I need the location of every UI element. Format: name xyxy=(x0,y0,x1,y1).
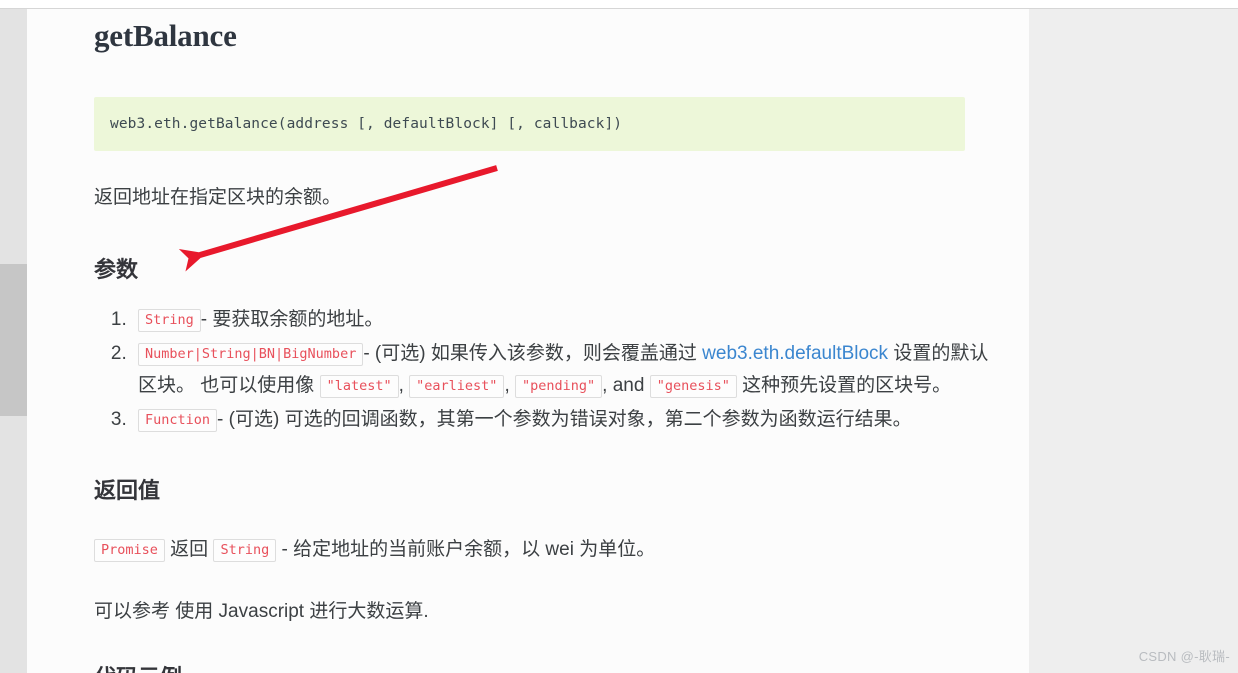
list-item: Number|String|BN|BigNumber- (可选) 如果传入该参数… xyxy=(132,338,994,402)
vertical-scrollbar-track[interactable] xyxy=(0,9,27,673)
param-description: - (可选) 可选的回调函数，其第一个参数为错误对象，第二个参数为函数运行结果。 xyxy=(217,408,912,430)
signature-code-text: web3.eth.getBalance(address [, defaultBl… xyxy=(110,115,623,132)
value-genesis-code: "genesis" xyxy=(649,374,737,398)
param-description-part3: 这种预先设置的区块号。 xyxy=(736,374,952,396)
value-latest-code: "latest" xyxy=(319,374,399,398)
signature-code-block: web3.eth.getBalance(address [, defaultBl… xyxy=(94,96,965,151)
value-pending-code: "pending" xyxy=(515,374,603,398)
returns-heading: 返回值 xyxy=(94,477,161,503)
return-mid-text: 返回 xyxy=(164,539,214,561)
return-promise-code: Promise xyxy=(94,539,165,563)
list-item: String- 要获取余额的地址。 xyxy=(132,304,994,336)
returns-paragraph: Promise 返回 String - 给定地址的当前账户余额，以 wei 为单… xyxy=(94,506,994,564)
param-type-code: Function xyxy=(138,408,218,432)
list-item: Function- (可选) 可选的回调函数，其第一个参数为错误对象，第二个参数… xyxy=(132,404,994,436)
vertical-scrollbar-thumb[interactable] xyxy=(0,264,27,416)
document-content-column: getBalance web3.eth.getBalance(address [… xyxy=(27,9,1029,673)
return-string-code: String xyxy=(213,539,277,563)
example-heading: 代码示例 xyxy=(94,626,994,673)
separator-3: , and xyxy=(602,374,650,396)
intro-paragraph: 返回地址在指定区块的余额。 xyxy=(94,186,342,208)
parameters-list: String- 要获取余额的地址。 Number|String|BN|BigNu… xyxy=(94,286,994,436)
parameters-heading: 参数 xyxy=(94,257,139,283)
document-body: getBalance web3.eth.getBalance(address [… xyxy=(94,9,994,673)
screenshot-viewport: getBalance web3.eth.getBalance(address [… xyxy=(0,0,1238,673)
return-tail-text: - 给定地址的当前账户余额，以 wei 为单位。 xyxy=(276,539,656,561)
param-description-part1: - (可选) 如果传入该参数，则会覆盖通过 xyxy=(363,342,703,364)
defaultblock-link[interactable]: web3.eth.defaultBlock xyxy=(702,343,888,364)
page-title: getBalance xyxy=(94,18,237,53)
csdn-watermark: CSDN @-耿瑞- xyxy=(1138,649,1230,664)
param-type-code: Number|String|BN|BigNumber xyxy=(138,342,364,366)
value-earliest-code: "earliest" xyxy=(409,374,505,398)
param-type-code: String xyxy=(138,308,201,332)
param-description: - 要获取余额的地址。 xyxy=(200,308,384,330)
separator-2: , xyxy=(504,374,515,396)
reference-paragraph: 可以参考 使用 Javascript 进行大数运算. xyxy=(94,600,429,622)
separator-1: , xyxy=(398,374,410,396)
browser-chrome-strip xyxy=(0,0,1238,8)
